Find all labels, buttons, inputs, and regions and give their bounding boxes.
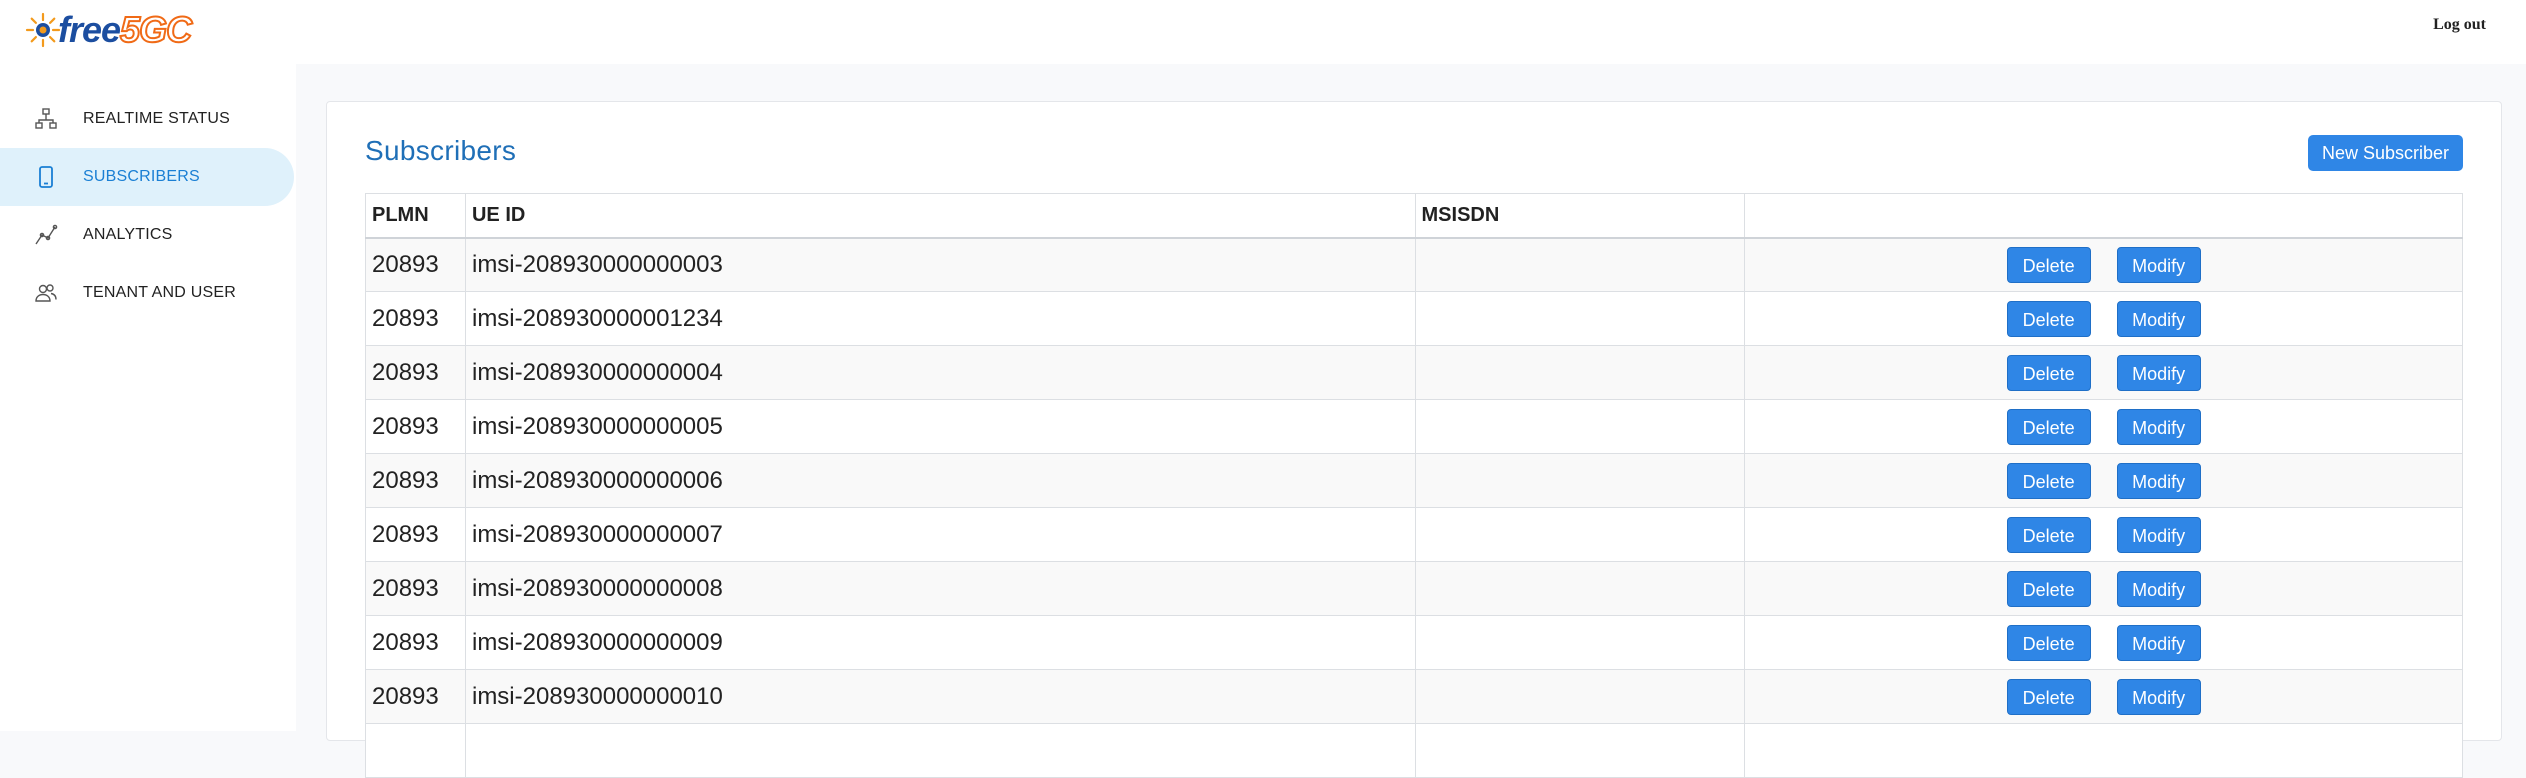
- cell-ue-id: imsi-208930000000008: [464, 561, 1416, 616]
- table-row: 20893 imsi-208930000000006 Delete Modify: [365, 453, 2463, 508]
- modify-button[interactable]: Modify: [2116, 246, 2201, 283]
- table-row: 20893 imsi-208930000000003 Delete Modify: [365, 237, 2463, 292]
- logo-text-5gc: 5GC: [119, 8, 193, 51]
- cell-plmn: 20893: [365, 399, 466, 454]
- cell-actions: Delete Modify: [1744, 237, 2463, 292]
- sidebar-item-label: TENANT AND USER: [83, 284, 236, 301]
- delete-button[interactable]: Delete: [2006, 300, 2091, 337]
- column-header-msisdn[interactable]: MSISDN: [1414, 193, 1746, 239]
- cell-ue-id: imsi-208930000000003: [464, 237, 1416, 292]
- sidebar-item-label: ANALYTICS: [83, 226, 173, 243]
- cell-plmn: [365, 723, 466, 778]
- cell-plmn: 20893: [365, 345, 466, 400]
- cell-msisdn: [1414, 453, 1746, 508]
- cell-actions: Delete Modify: [1744, 669, 2463, 724]
- sidebar-item-realtime-status[interactable]: REALTIME STATUS: [0, 90, 294, 148]
- delete-button[interactable]: Delete: [2006, 246, 2091, 283]
- free5gc-logo[interactable]: free 5GC: [24, 6, 193, 54]
- column-header-plmn[interactable]: PLMN: [365, 193, 466, 239]
- cell-msisdn: [1414, 561, 1746, 616]
- cell-ue-id: imsi-208930000001234: [464, 291, 1416, 346]
- cell-msisdn: [1414, 723, 1746, 778]
- cell-plmn: 20893: [365, 669, 466, 724]
- delete-button[interactable]: Delete: [2006, 678, 2091, 715]
- modify-button[interactable]: Modify: [2116, 624, 2201, 661]
- delete-button[interactable]: Delete: [2006, 408, 2091, 445]
- sidebar-item-analytics[interactable]: ANALYTICS: [0, 206, 294, 264]
- cell-ue-id: imsi-208930000000005: [464, 399, 1416, 454]
- cell-msisdn: [1414, 399, 1746, 454]
- users-icon: [34, 281, 58, 305]
- cell-plmn: 20893: [365, 615, 466, 670]
- cell-actions: Delete Modify: [1744, 345, 2463, 400]
- table-row: 20893 imsi-208930000001234 Delete Modify: [365, 291, 2463, 346]
- cell-actions: [1744, 723, 2463, 778]
- cell-ue-id: imsi-208930000000004: [464, 345, 1416, 400]
- logo-text-free: free: [58, 9, 121, 50]
- sidebar-item-tenant-and-user[interactable]: TENANT AND USER: [0, 264, 294, 322]
- modify-button[interactable]: Modify: [2116, 408, 2201, 445]
- cell-actions: Delete Modify: [1744, 507, 2463, 562]
- table-row: [365, 723, 2463, 778]
- modify-button[interactable]: Modify: [2116, 570, 2201, 607]
- cell-msisdn: [1414, 507, 1746, 562]
- table-row: 20893 imsi-208930000000007 Delete Modify: [365, 507, 2463, 562]
- delete-button[interactable]: Delete: [2006, 354, 2091, 391]
- delete-button[interactable]: Delete: [2006, 462, 2091, 499]
- cell-plmn: 20893: [365, 453, 466, 508]
- chart-line-icon: [34, 223, 58, 247]
- modify-button[interactable]: Modify: [2116, 516, 2201, 553]
- new-subscriber-button[interactable]: New Subscriber: [2307, 135, 2463, 171]
- delete-button[interactable]: Delete: [2006, 570, 2091, 607]
- subscribers-table: PLMN UE ID MSISDN 20893 imsi-208930000000…: [365, 193, 2463, 778]
- sidebar-item-label: SUBSCRIBERS: [83, 168, 200, 185]
- modify-button[interactable]: Modify: [2116, 300, 2201, 337]
- table-row: 20893 imsi-208930000000005 Delete Modify: [365, 399, 2463, 454]
- cell-msisdn: [1414, 669, 1746, 724]
- table-row: 20893 imsi-208930000000009 Delete Modify: [365, 615, 2463, 670]
- modify-button[interactable]: Modify: [2116, 678, 2201, 715]
- delete-button[interactable]: Delete: [2006, 624, 2091, 661]
- cell-msisdn: [1414, 345, 1746, 400]
- column-header-actions: [1744, 193, 2463, 239]
- cell-ue-id: imsi-208930000000009: [464, 615, 1416, 670]
- cell-actions: Delete Modify: [1744, 615, 2463, 670]
- sidebar-item-subscribers[interactable]: SUBSCRIBERS: [0, 148, 294, 206]
- cell-plmn: 20893: [365, 507, 466, 562]
- cell-ue-id: imsi-208930000000010: [464, 669, 1416, 724]
- cell-ue-id: imsi-208930000000007: [464, 507, 1416, 562]
- phone-icon: [34, 165, 58, 189]
- cell-ue-id: [464, 723, 1416, 778]
- table-row: 20893 imsi-208930000000010 Delete Modify: [365, 669, 2463, 724]
- page-title: Subscribers: [365, 135, 517, 166]
- logo-sun-icon: [24, 11, 62, 49]
- cell-actions: Delete Modify: [1744, 561, 2463, 616]
- column-header-ue-id[interactable]: UE ID: [464, 193, 1416, 239]
- modify-button[interactable]: Modify: [2116, 462, 2201, 499]
- logout-link[interactable]: Log out: [2433, 16, 2486, 34]
- sidebar: REALTIME STATUS SUBSCRIBERS ANALYTICS TE…: [0, 64, 296, 731]
- table-header-row: PLMN UE ID MSISDN: [365, 193, 2463, 239]
- cell-plmn: 20893: [365, 561, 466, 616]
- cell-actions: Delete Modify: [1744, 291, 2463, 346]
- cell-ue-id: imsi-208930000000006: [464, 453, 1416, 508]
- top-bar: free 5GC Log out: [0, 0, 2526, 64]
- cell-actions: Delete Modify: [1744, 399, 2463, 454]
- subscribers-card: Subscribers New Subscriber PLMN UE ID MS…: [326, 101, 2502, 778]
- sidebar-item-label: REALTIME STATUS: [83, 110, 231, 127]
- table-row: 20893 imsi-208930000000004 Delete Modify: [365, 345, 2463, 400]
- table-row: 20893 imsi-208930000000008 Delete Modify: [365, 561, 2463, 616]
- cell-msisdn: [1414, 615, 1746, 670]
- modify-button[interactable]: Modify: [2116, 354, 2201, 391]
- cell-actions: Delete Modify: [1744, 453, 2463, 508]
- cell-msisdn: [1414, 291, 1746, 346]
- cell-plmn: 20893: [365, 237, 466, 292]
- cell-plmn: 20893: [365, 291, 466, 346]
- cell-msisdn: [1414, 237, 1746, 292]
- delete-button[interactable]: Delete: [2006, 516, 2091, 553]
- network-icon: [34, 107, 58, 131]
